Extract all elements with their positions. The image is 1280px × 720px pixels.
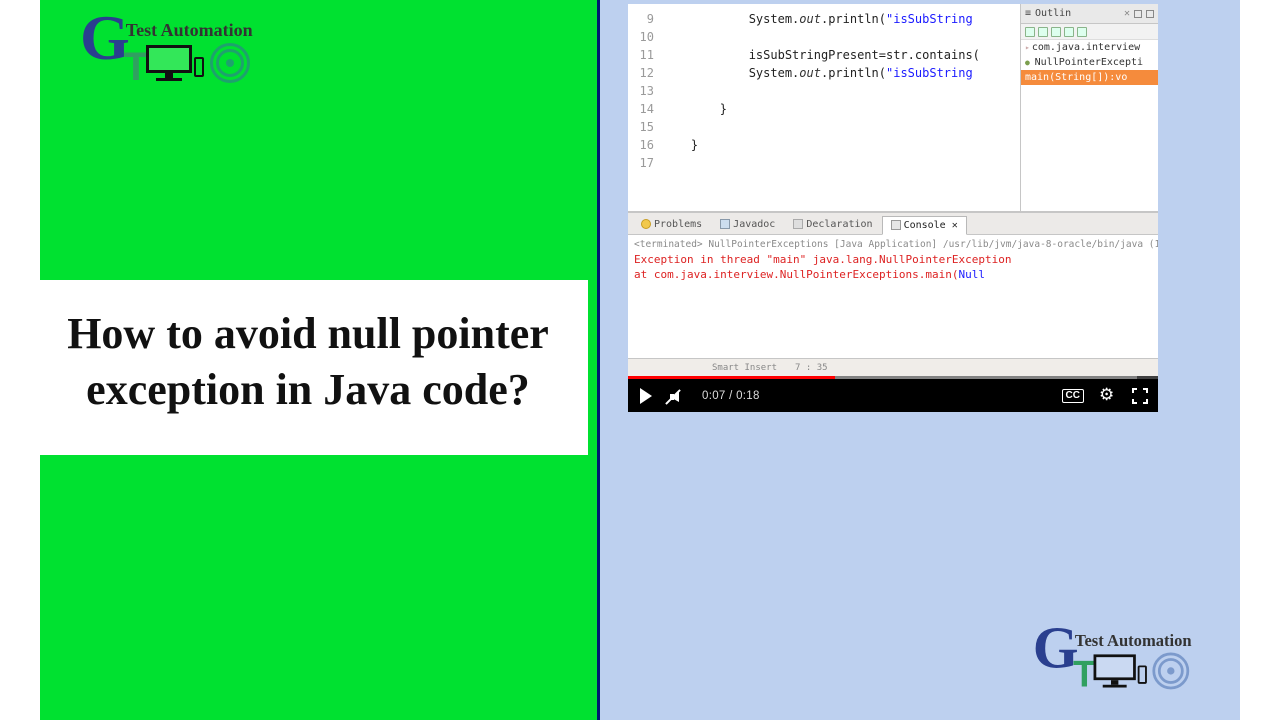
line-number: 15 xyxy=(628,118,658,136)
outline-tree: com.java.interviewNullPointerExcepti mai… xyxy=(1021,40,1158,211)
fullscreen-button[interactable] xyxy=(1132,388,1148,404)
code-line: System.out.println("isSubString xyxy=(662,10,1020,28)
outline-toolbar xyxy=(1021,24,1158,40)
cursor-position: 7 : 35 xyxy=(795,363,828,373)
code-line: isSubStringPresent=str.contains( xyxy=(662,46,1020,64)
line-number: 9 xyxy=(628,10,658,28)
line-number: 13 xyxy=(628,82,658,100)
code-line: } xyxy=(662,100,1020,118)
outline-item: main(String[]):vo xyxy=(1021,70,1158,85)
video-title: How to avoid null pointer exception in J… xyxy=(48,306,568,419)
logo-g-letter: G xyxy=(80,12,130,63)
captions-button[interactable]: CC xyxy=(1062,389,1084,403)
line-number: 16 xyxy=(628,136,658,154)
code-line: System.out.println("isSubString xyxy=(662,64,1020,82)
tab-problems: Problems xyxy=(632,215,711,234)
javadoc-icon xyxy=(720,219,730,229)
target-icon xyxy=(210,43,250,83)
logo-t-letter: T xyxy=(124,53,148,81)
brand-logo-footer: G Test Automation T xyxy=(1033,626,1192,682)
current-time: 0:07 xyxy=(702,390,726,402)
time-display: 0:07 / 0:18 xyxy=(702,390,760,402)
console-tabs: ProblemsJavadocDeclarationConsole ✕ xyxy=(628,213,1158,235)
target-icon xyxy=(1153,653,1190,690)
play-icon xyxy=(640,388,652,404)
outline-header: ≡ Outlin ✕ xyxy=(1021,4,1158,24)
phone-icon xyxy=(194,57,204,77)
total-duration: 0:18 xyxy=(736,390,760,402)
tab-declaration: Declaration xyxy=(784,215,881,234)
console-icon xyxy=(891,220,901,230)
line-number: 12 xyxy=(628,64,658,82)
mute-button[interactable] xyxy=(670,388,686,404)
brand-logo: G Test Automation T xyxy=(80,14,253,75)
exception-prefix: Exception in thread "main" xyxy=(634,253,813,266)
phone-icon xyxy=(1138,665,1147,683)
brand-name: Test Automation xyxy=(126,20,253,41)
video-player: 91011121314151617 System.out.println("is… xyxy=(628,4,1158,412)
status-bar: Smart Insert 7 : 35 xyxy=(628,358,1158,376)
console-run-header: <terminated> NullPointerExceptions [Java… xyxy=(628,235,1158,250)
code-line xyxy=(662,28,1020,46)
video-frame: 91011121314151617 System.out.println("is… xyxy=(628,4,1158,376)
brand-name: Test Automation xyxy=(1075,631,1192,650)
right-panel: 91011121314151617 System.out.println("is… xyxy=(600,0,1240,720)
console-output: Exception in thread "main" java.lang.Nul… xyxy=(628,250,1158,284)
line-number: 11 xyxy=(628,46,658,64)
settings-button[interactable] xyxy=(1100,388,1116,404)
logo-t-letter: T xyxy=(1073,662,1095,688)
outline-item: NullPointerExcepti xyxy=(1021,55,1158,70)
line-number: 10 xyxy=(628,28,658,46)
outline-panel: ≡ Outlin ✕ com.java.interviewNullPointer… xyxy=(1020,4,1158,211)
editor-mode: Smart Insert xyxy=(712,363,777,373)
outline-item: com.java.interview xyxy=(1021,40,1158,55)
stack-trace-link: Null xyxy=(959,268,986,281)
line-number: 14 xyxy=(628,100,658,118)
code-line: } xyxy=(662,136,1020,154)
console-area: ProblemsJavadocDeclarationConsole ✕ <ter… xyxy=(628,212,1158,376)
outline-title: Outlin xyxy=(1035,8,1071,19)
tab-javadoc: Javadoc xyxy=(711,215,784,234)
code-body: System.out.println("isSubString isSubStr… xyxy=(662,10,1020,154)
player-controls: 0:07 / 0:18 CC xyxy=(628,379,1158,412)
problems-icon xyxy=(641,219,651,229)
tab-console: Console ✕ xyxy=(882,216,967,235)
stack-trace-line: at com.java.interview.NullPointerExcepti… xyxy=(634,268,959,281)
code-line xyxy=(662,118,1020,136)
minimize-icon xyxy=(1134,10,1142,18)
declaration-icon xyxy=(793,219,803,229)
monitor-icon xyxy=(1094,654,1136,687)
close-icon: ✕ xyxy=(1124,8,1130,19)
play-button[interactable] xyxy=(638,388,654,404)
maximize-icon xyxy=(1146,10,1154,18)
line-gutter: 91011121314151617 xyxy=(628,4,658,211)
tree-icon: ≡ xyxy=(1025,8,1031,19)
code-editor: 91011121314151617 System.out.println("is… xyxy=(628,4,1020,211)
monitor-icon xyxy=(146,45,192,81)
title-card: How to avoid null pointer exception in J… xyxy=(28,280,588,455)
code-line xyxy=(662,82,1020,100)
exception-class: java.lang.NullPointerException xyxy=(813,253,1012,266)
line-number: 17 xyxy=(628,154,658,172)
